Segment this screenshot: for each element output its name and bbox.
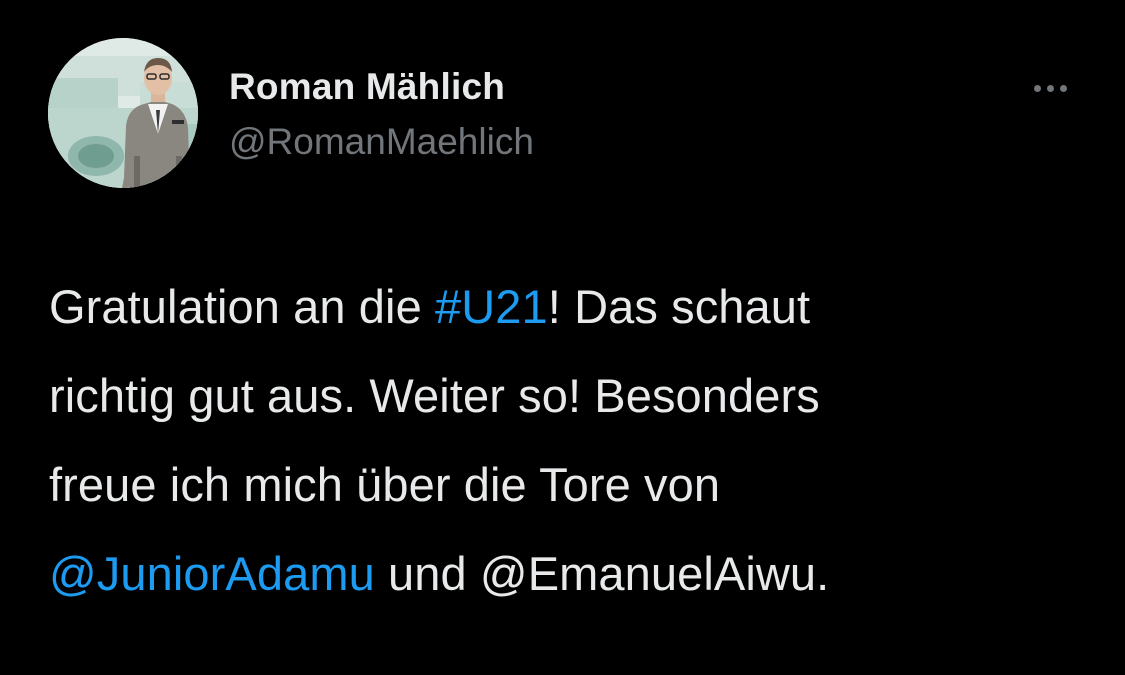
more-dot [1033,84,1041,92]
tweet-text-segment: Gratulation an die [49,280,435,333]
tweet-line-3: freue ich mich über die Tore von [49,458,721,511]
hashtag-link[interactable]: #U21 [435,280,548,333]
more-dot [1059,84,1067,92]
tweet-text-segment: und @EmanuelAiwu. [374,547,830,600]
mention-link[interactable]: @JuniorAdamu [49,547,375,600]
avatar[interactable] [48,38,198,188]
avatar-photo [48,38,198,188]
tweet-line-2: richtig gut aus. Weiter so! Besonders [49,369,820,422]
tweet-line-4: @JuniorAdamu und @EmanuelAiwu. [49,529,1099,618]
tweet-text-segment: ! Das schaut [547,280,811,333]
more-options-icon[interactable] [1022,70,1078,106]
author-handle[interactable]: @RomanMaehlich [229,121,534,163]
author-display-name[interactable]: Roman Mählich [229,66,505,108]
tweet-card: Roman Mählich @RomanMaehlich Gratulation… [0,0,1125,675]
more-dot [1046,84,1054,92]
tweet-text: Gratulation an die #U21! Das schaut rich… [49,262,1099,618]
tweet-line-1: Gratulation an die #U21! Das schaut [49,262,1099,351]
